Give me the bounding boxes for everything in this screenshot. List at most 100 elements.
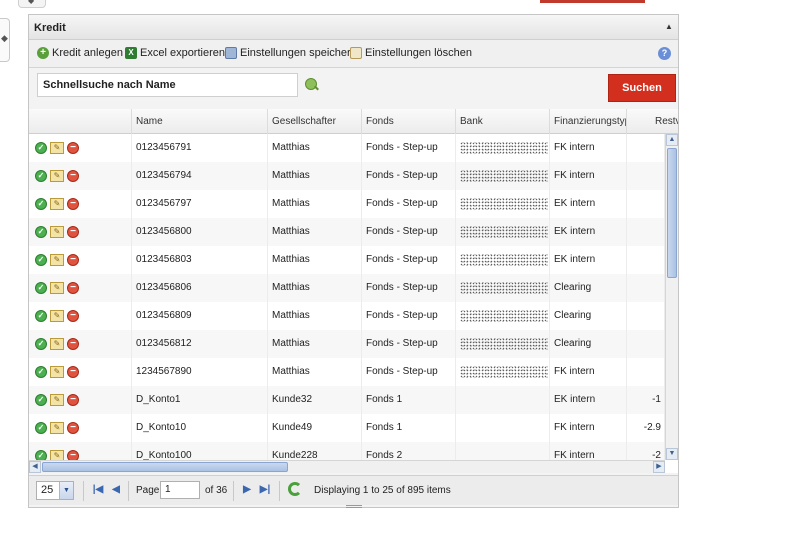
edit-icon[interactable]: ✎ <box>50 170 64 182</box>
edit-icon[interactable]: ✎ <box>50 198 64 210</box>
excel-export-button[interactable]: X Excel exportieren <box>125 47 225 59</box>
edit-icon[interactable]: ✎ <box>50 394 64 406</box>
help-icon[interactable]: ? <box>658 47 671 60</box>
cell-fonds: Fonds - Step-up <box>362 218 456 246</box>
delete-settings-button[interactable]: Einstellungen löschen <box>350 47 472 59</box>
last-page-icon[interactable]: ▶| <box>259 484 271 496</box>
table-row[interactable]: ✓ ✎ −0123456812 Matthias Fonds - Step-up Clea… <box>29 330 665 358</box>
search-input[interactable] <box>37 73 298 97</box>
refresh-icon[interactable] <box>288 482 302 496</box>
approve-icon[interactable]: ✓ <box>35 422 47 434</box>
cell-bank <box>456 302 550 330</box>
row-actions: ✓ ✎ − <box>29 386 132 414</box>
table-row[interactable]: ✓ ✎ −0123456794 Matthias Fonds - Step-up FK i… <box>29 162 665 190</box>
cell-gesellschafter: Matthias <box>268 134 362 162</box>
column-header-restv[interactable]: Restv <box>627 109 678 134</box>
vertical-scrollbar[interactable]: ▲ ▼ <box>665 134 678 460</box>
delete-icon[interactable]: − <box>67 394 79 406</box>
table-row[interactable]: ✓ ✎ −0123456809 Matthias Fonds - Step-up Clea… <box>29 302 665 330</box>
table-row[interactable]: ✓ ✎ −0123456797 Matthias Fonds - Step-up EK i… <box>29 190 665 218</box>
column-header-finanzierungstyp[interactable]: Finanzierungstyp <box>550 109 627 134</box>
approve-icon[interactable]: ✓ <box>35 226 47 238</box>
table-row[interactable]: ✓ ✎ − D_Konto1 Kunde32 Fonds 1 EK intern -1 <box>29 386 665 414</box>
approve-icon[interactable]: ✓ <box>35 198 47 210</box>
column-header-fonds[interactable]: Fonds <box>362 109 456 134</box>
add-credit-button[interactable]: + Kredit anlegen <box>37 47 123 59</box>
table-row[interactable]: ✓ ✎ −0123456806 Matthias Fonds - Step-up Clea… <box>29 274 665 302</box>
delete-icon[interactable]: − <box>67 338 79 350</box>
delete-settings-icon <box>350 47 362 59</box>
approve-icon[interactable]: ✓ <box>35 142 47 154</box>
edit-icon[interactable]: ✎ <box>50 310 64 322</box>
redacted-bank <box>460 254 548 266</box>
edit-icon[interactable]: ✎ <box>50 366 64 378</box>
edit-icon[interactable]: ✎ <box>50 226 64 238</box>
scroll-right-icon[interactable]: ▶ <box>653 461 665 473</box>
delete-icon[interactable]: − <box>67 198 79 210</box>
redacted-bank <box>460 338 548 350</box>
column-header-bank[interactable]: Bank <box>456 109 550 134</box>
add-icon: + <box>37 47 49 59</box>
horizontal-scrollbar[interactable]: ◀ ▶ <box>29 460 665 473</box>
edit-icon[interactable]: ✎ <box>50 338 64 350</box>
scroll-left-icon[interactable]: ◀ <box>29 461 41 473</box>
cell-name: D_Konto10 <box>132 414 268 442</box>
approve-icon[interactable]: ✓ <box>35 282 47 294</box>
edit-icon[interactable]: ✎ <box>50 254 64 266</box>
edit-icon[interactable]: ✎ <box>50 282 64 294</box>
cell-typ: FK intern <box>550 162 627 190</box>
redacted-bank <box>460 366 548 378</box>
search-button[interactable]: Suchen <box>608 74 676 102</box>
approve-icon[interactable]: ✓ <box>35 366 47 378</box>
delete-icon[interactable]: − <box>67 142 79 154</box>
vertical-scroll-thumb[interactable] <box>667 148 677 278</box>
approve-icon[interactable]: ✓ <box>35 170 47 182</box>
table-row[interactable]: ✓ ✎ −0123456791 Matthias Fonds - Step-up FK i… <box>29 134 665 162</box>
row-action-icons: ✓ ✎ − <box>33 386 131 414</box>
first-page-icon[interactable]: |◀ <box>92 484 104 496</box>
column-header-gesellschafter[interactable]: Gesellschafter <box>268 109 362 134</box>
delete-icon[interactable]: − <box>67 310 79 322</box>
resize-grip[interactable] <box>346 505 362 508</box>
approve-icon[interactable]: ✓ <box>35 394 47 406</box>
chevron-down-icon[interactable]: ▼ <box>59 482 73 499</box>
page-size-select[interactable]: 25 ▼ <box>36 481 74 500</box>
cell-rest <box>627 190 665 218</box>
delete-icon[interactable]: − <box>67 366 79 378</box>
page-number-input[interactable]: 1 <box>160 481 200 499</box>
cell-gesellschafter: Matthias <box>268 330 362 358</box>
search-go-icon[interactable] <box>305 78 317 90</box>
cell-fonds: Fonds - Step-up <box>362 302 456 330</box>
table-row[interactable]: ✓ ✎ −0123456800 Matthias Fonds - Step-up EK i… <box>29 218 665 246</box>
edit-icon[interactable]: ✎ <box>50 142 64 154</box>
horizontal-scroll-thumb[interactable] <box>42 462 288 472</box>
row-action-icons: ✓ ✎ − <box>33 358 131 386</box>
next-page-icon[interactable]: ▶ <box>241 484 253 496</box>
delete-icon[interactable]: − <box>67 422 79 434</box>
scroll-down-icon[interactable]: ▼ <box>666 448 678 460</box>
collapse-up-icon[interactable]: ▲ <box>663 22 675 32</box>
redacted-bank <box>460 198 548 210</box>
approve-icon[interactable]: ✓ <box>35 310 47 322</box>
edit-icon[interactable]: ✎ <box>50 422 64 434</box>
delete-icon[interactable]: − <box>67 170 79 182</box>
approve-icon[interactable]: ✓ <box>35 254 47 266</box>
cell-rest <box>627 274 665 302</box>
delete-icon[interactable]: − <box>67 282 79 294</box>
approve-icon[interactable]: ✓ <box>35 338 47 350</box>
table-row[interactable]: ✓ ✎ −0123456803 Matthias Fonds - Step-up EK i… <box>29 246 665 274</box>
cell-name: 0123456794 <box>132 162 268 190</box>
row-actions: ✓ ✎ − <box>29 218 132 246</box>
top-collapse-handle[interactable]: ◆ <box>18 0 46 8</box>
cell-name: 0123456803 <box>132 246 268 274</box>
table-row[interactable]: ✓ ✎ − D_Konto10 Kunde49 Fonds 1 FK intern -2.9 <box>29 414 665 442</box>
save-settings-button[interactable]: Einstellungen speichern <box>225 47 357 59</box>
cell-gesellschafter: Matthias <box>268 218 362 246</box>
delete-icon[interactable]: − <box>67 226 79 238</box>
scroll-up-icon[interactable]: ▲ <box>666 134 678 146</box>
table-row[interactable]: ✓ ✎ −1234567890 Matthias Fonds - Step-up FK i… <box>29 358 665 386</box>
delete-icon[interactable]: − <box>67 254 79 266</box>
prev-page-icon[interactable]: ◀ <box>110 484 122 496</box>
left-collapse-handle[interactable]: ◆ <box>0 18 10 62</box>
column-header-name[interactable]: Name <box>132 109 268 134</box>
